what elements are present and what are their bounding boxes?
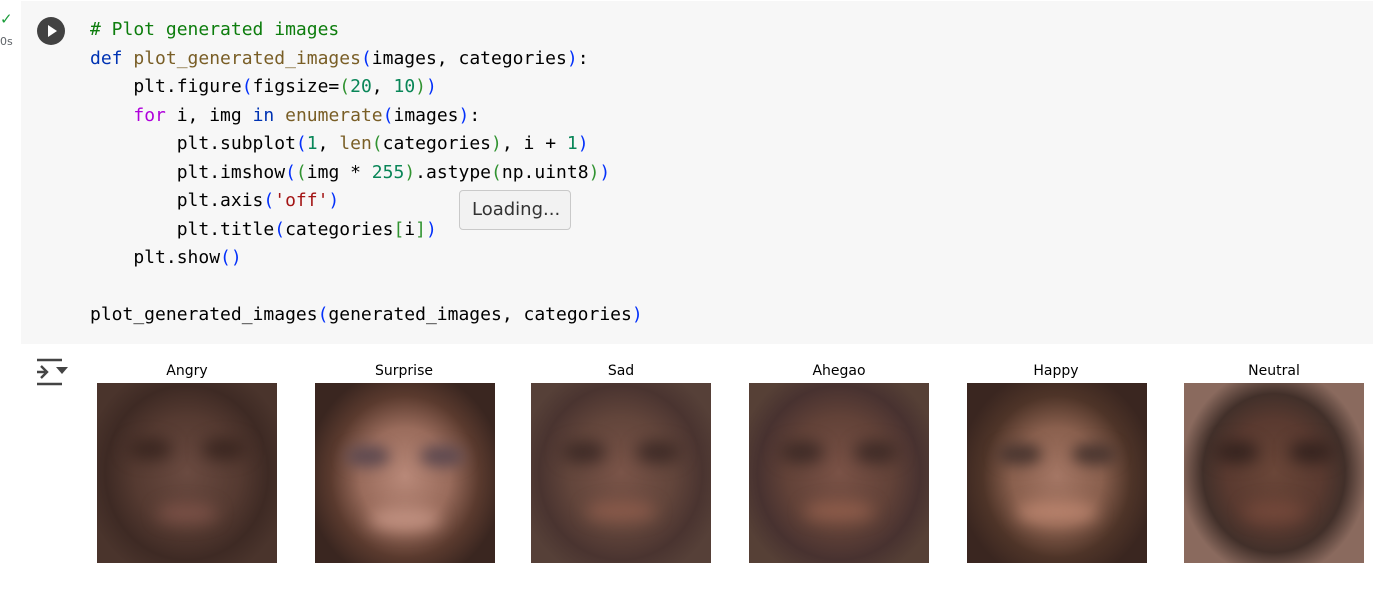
loading-tooltip: Loading... bbox=[459, 190, 571, 230]
generated-image bbox=[97, 383, 277, 563]
image-title: Sad bbox=[607, 363, 635, 379]
code-line: # Plot generated images bbox=[90, 19, 340, 40]
check-icon: ✓ bbox=[0, 10, 13, 28]
execution-time: 0s bbox=[0, 35, 13, 48]
code-editor[interactable]: # Plot generated images def plot_generate… bbox=[90, 16, 643, 330]
image-title: Ahegao bbox=[812, 363, 866, 379]
code-line: plt.imshow((img * 255).astype(np.uint8)) bbox=[90, 161, 611, 183]
run-cell-button[interactable] bbox=[37, 17, 65, 45]
image-title: Angry bbox=[166, 363, 208, 379]
code-line: for i, img in enumerate(images): bbox=[133, 104, 481, 126]
generated-image bbox=[315, 383, 495, 563]
output-toggle-icon[interactable] bbox=[36, 356, 70, 386]
generated-image bbox=[531, 383, 711, 563]
code-line: def plot_generated_images(images, catego… bbox=[90, 47, 589, 69]
cell-gutter: ✓ 0s bbox=[0, 0, 22, 60]
code-line: plt.figure(figsize=(20, 10)) bbox=[90, 76, 437, 97]
code-line: plot_generated_images(generated_images, … bbox=[90, 304, 643, 325]
image-title: Surprise bbox=[375, 363, 433, 379]
code-line: plt.show() bbox=[90, 247, 242, 268]
code-line: plt.subplot(1, len(categories), i + 1) bbox=[90, 133, 589, 154]
image-title: Happy bbox=[1033, 363, 1079, 379]
generated-image bbox=[749, 383, 929, 563]
image-title: Neutral bbox=[1248, 363, 1300, 379]
generated-image bbox=[1184, 383, 1364, 563]
generated-image bbox=[967, 383, 1147, 563]
